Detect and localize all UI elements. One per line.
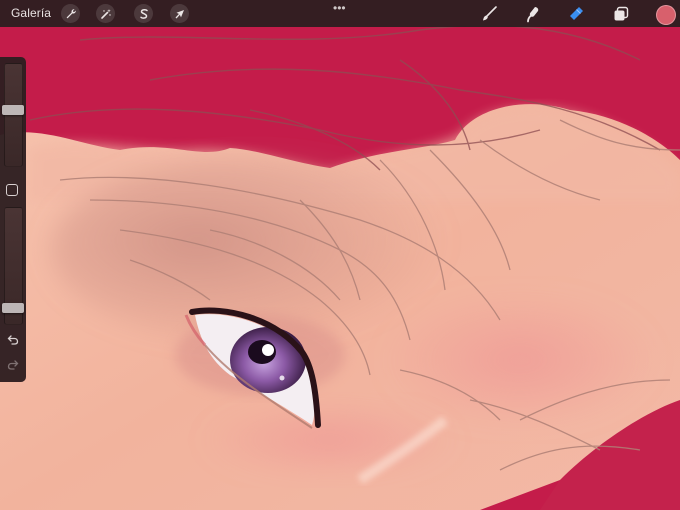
- smudge-icon: [527, 7, 539, 23]
- magic-wand-icon: [100, 8, 111, 19]
- transform-arrow-icon: [175, 9, 184, 18]
- eye-highlight-small: [279, 375, 285, 381]
- undo-icon: [7, 335, 19, 345]
- eraser-button[interactable]: [566, 4, 586, 24]
- brush-size-thumb[interactable]: [2, 105, 24, 115]
- opacity-thumb[interactable]: [2, 303, 24, 313]
- smudge-button[interactable]: [523, 4, 543, 24]
- undo-button[interactable]: [5, 332, 21, 348]
- adjustments-button[interactable]: [96, 4, 115, 23]
- redo-button[interactable]: [5, 357, 21, 373]
- color-picker-button[interactable]: [656, 5, 676, 25]
- brush-button[interactable]: [479, 4, 499, 24]
- top-toolbar: Galería •••: [0, 0, 680, 27]
- eye-highlight: [262, 344, 274, 356]
- brush-icon: [483, 6, 497, 21]
- actions-button[interactable]: [61, 4, 80, 23]
- eraser-icon: [570, 7, 583, 20]
- left-sidebar: [0, 57, 26, 382]
- transform-button[interactable]: [170, 4, 189, 23]
- brush-size-slider[interactable]: [2, 63, 24, 167]
- wrench-icon: [66, 8, 76, 18]
- selection-s-icon: [139, 8, 148, 19]
- redo-icon: [7, 360, 19, 370]
- layers-button[interactable]: [611, 4, 631, 24]
- layers-icon: [614, 6, 629, 21]
- more-options-button[interactable]: •••: [333, 2, 346, 14]
- modify-button[interactable]: [6, 184, 18, 196]
- selection-button[interactable]: [134, 4, 153, 23]
- opacity-slider[interactable]: [2, 207, 24, 325]
- gallery-button[interactable]: Galería: [11, 6, 51, 20]
- drawing-canvas[interactable]: [0, 0, 680, 510]
- eraser-icon-body: [570, 7, 583, 20]
- cheek-blush: [380, 290, 660, 430]
